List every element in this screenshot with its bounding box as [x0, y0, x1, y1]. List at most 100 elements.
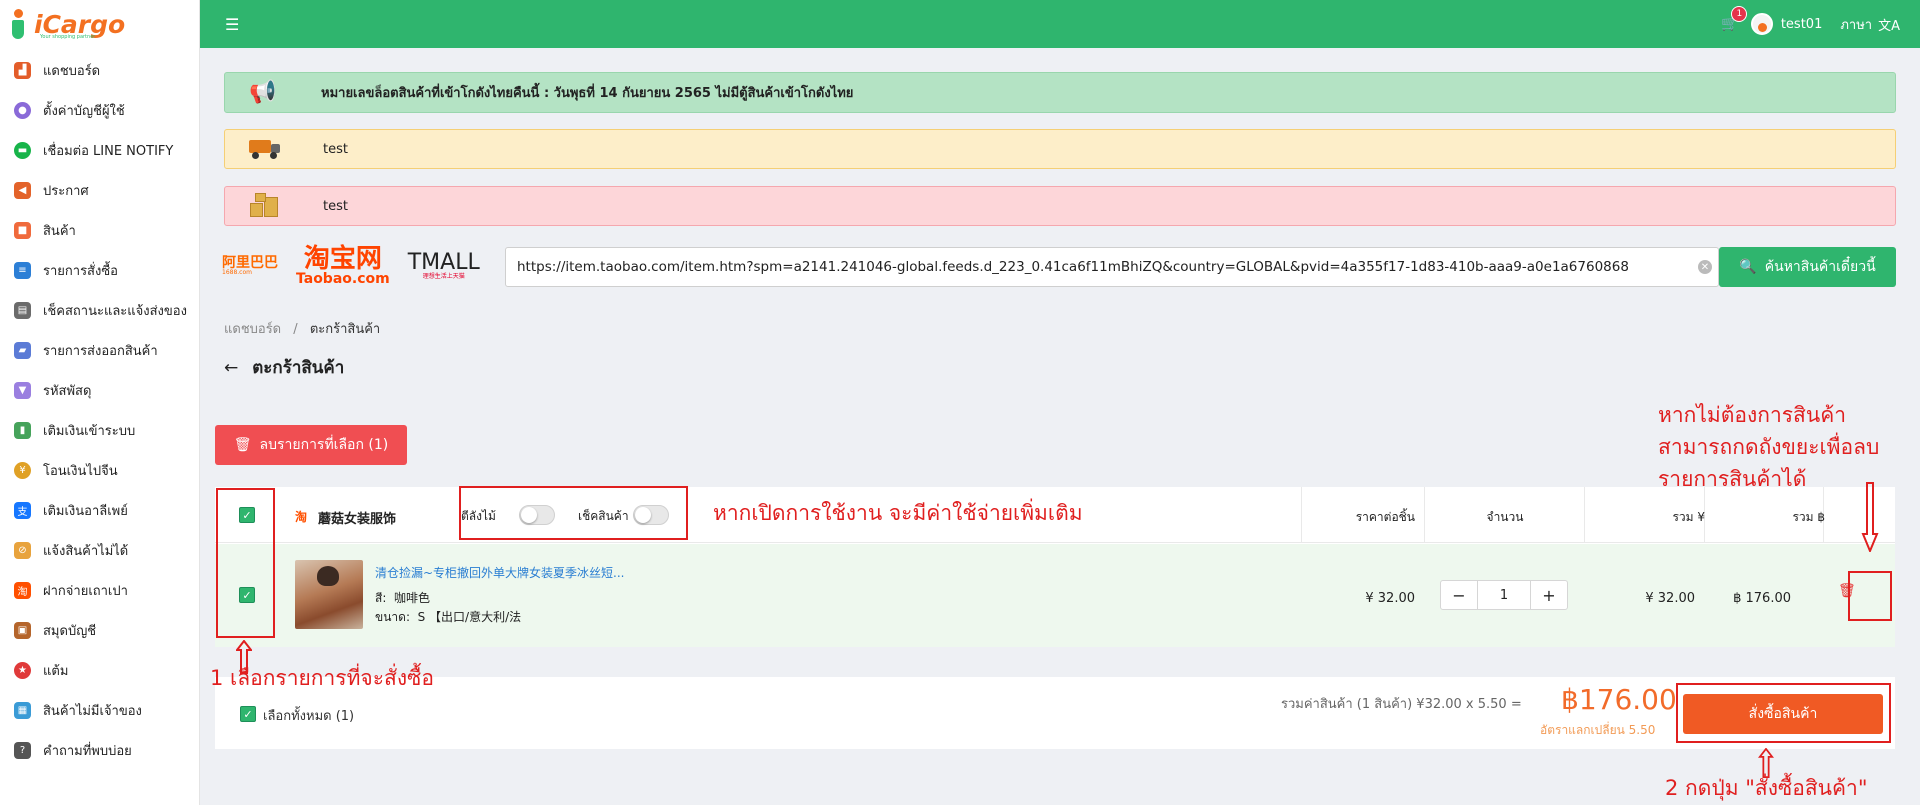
sidebar-item-alipay[interactable]: 支 เติมเงินอาลีเพย์ — [0, 490, 199, 530]
search-input[interactable]: https://item.taobao.com/item.htm?spm=a21… — [505, 247, 1719, 287]
col-total-yuan: รวม ¥ — [1672, 510, 1705, 524]
warn-icon: ⊘ — [14, 541, 31, 559]
breadcrumb-separator: / — [293, 322, 298, 337]
sidebar-item-ledger[interactable]: ▣ สมุดบัญชี — [0, 610, 199, 650]
taobao-shop-icon: 淘 — [295, 510, 308, 524]
page-title-text: ตะกร้าสินค้า — [252, 358, 345, 378]
sidebar-item-announcements[interactable]: ◀ ประกาศ — [0, 170, 199, 210]
color-label: สี: — [375, 591, 387, 605]
sidebar-item-transfer-china[interactable]: ¥ โอนเงินไปจีน — [0, 450, 199, 490]
sidebar-item-status[interactable]: ▤ เช็คสถานะและแจ้งส่งของ — [0, 290, 199, 330]
logo-taobao-sub: Taobao.com — [296, 271, 390, 287]
sidebar-item-line-notify[interactable]: ▬ เชื่อมต่อ LINE NOTIFY — [0, 130, 199, 170]
sidebar-item-products[interactable]: ■ สินค้า — [0, 210, 199, 250]
quantity-input[interactable]: 1 — [1477, 581, 1531, 609]
product-title-link[interactable]: 清仓捡漏~专柜撤回外单大牌女装夏季冰丝短... — [375, 564, 625, 581]
sidebar-item-tracking[interactable]: ▼ รหัสพัสดุ — [0, 370, 199, 410]
sidebar-item-label: ฝากจ่ายเถาเปา — [43, 583, 128, 599]
cart-item-row: ✓ 清仓捡漏~专柜撤回外单大牌女装夏季冰丝短... สี: 咖啡色 ขนาด: … — [215, 544, 1895, 647]
breadcrumb-current: ตะกร้าสินค้า — [309, 322, 381, 337]
sidebar-item-label: เติมเงินเข้าระบบ — [43, 423, 136, 439]
search-input-value: https://item.taobao.com/item.htm?spm=a21… — [517, 259, 1629, 275]
truck-icon: ▰ — [14, 341, 31, 359]
sidebar-item-faq[interactable]: ? คำถามที่พบบ่อย — [0, 730, 199, 770]
annotation-trash-note-2: สามารถกดถังขยะเพื่อลบ — [1658, 435, 1880, 459]
select-all-label[interactable]: เลือกทั้งหมด (1) — [263, 705, 354, 726]
logo-tmall-text: TMALL — [407, 250, 480, 275]
column-divider — [1424, 487, 1425, 543]
arrow-down-icon — [1861, 482, 1879, 552]
alipay-icon: 支 — [14, 501, 31, 519]
summary-label: รวมค่าสินค้า (1 สินค้า) ¥32.00 x 5.50 = — [1281, 697, 1522, 712]
logo-taobao-text: 淘宝网 — [303, 244, 382, 274]
topbar: ☰ 🛒 1 test01 ภาษา 文A — [200, 0, 1920, 48]
annotation-step1: 1 เลือกรายการที่จะสั่งซื้อ — [210, 666, 434, 690]
sidebar-item-topup[interactable]: ▮ เติมเงินเข้าระบบ — [0, 410, 199, 450]
logo-1688[interactable]: 阿里巴巴 1688.com — [222, 256, 278, 276]
sidebar-item-taobao-pay[interactable]: 淘 ฝากจ่ายเถาเปา — [0, 570, 199, 610]
sidebar-item-exports[interactable]: ▰ รายการส่งออกสินค้า — [0, 330, 199, 370]
product-thumbnail[interactable] — [295, 560, 363, 629]
unit-price: ¥ 32.00 — [1365, 591, 1415, 606]
grand-total: ฿176.00 — [1561, 683, 1677, 716]
sidebar-item-label: ประกาศ — [43, 183, 89, 199]
shop-name: 蘑菇女装服饰 — [318, 512, 397, 527]
language-label[interactable]: ภาษา — [1840, 14, 1872, 35]
clear-icon[interactable]: ✕ — [1698, 260, 1712, 274]
menu-toggle-icon[interactable]: ☰ — [225, 15, 239, 34]
brand-logo[interactable]: iCargo Your shopping partner — [0, 0, 199, 48]
sidebar-item-label: รายการสั่งซื้อ — [43, 263, 118, 279]
search-icon: 🔍 — [1739, 259, 1757, 275]
product-color: สี: 咖啡色 — [375, 589, 430, 608]
sidebar-item-account-settings[interactable]: ● ตั้งค่าบัญชีผู้ใช้ — [0, 90, 199, 130]
brand-name: iCargo — [34, 9, 126, 39]
notice-banner-red: test — [224, 186, 1896, 226]
logo-taobao[interactable]: 淘宝网 Taobao.com — [296, 246, 390, 286]
translate-icon[interactable]: 文A — [1878, 15, 1900, 34]
sidebar-item-unclaimed[interactable]: ▦ สินค้าไม่มีเจ้าของ — [0, 690, 199, 730]
sidebar-item-label: สมุดบัญชี — [43, 623, 97, 639]
sidebar: iCargo Your shopping partner ▟ แดชบอร์ด ●… — [0, 0, 200, 805]
column-divider — [1584, 487, 1585, 543]
sidebar-item-label: แต้ม — [43, 663, 69, 679]
sidebar-item-label: สินค้าไม่มีเจ้าของ — [43, 703, 142, 719]
col-total-baht: รวม ฿ — [1792, 510, 1825, 524]
back-arrow-icon[interactable]: ← — [224, 358, 238, 378]
col-unit-price: ราคาต่อชิ้น — [1355, 510, 1415, 524]
quantity-stepper: − 1 + — [1440, 580, 1568, 610]
color-value: 咖啡色 — [394, 591, 431, 605]
select-all-checkbox[interactable]: ✓ — [240, 706, 256, 722]
user-settings-icon: ● — [14, 101, 31, 119]
search-button[interactable]: 🔍 ค้นหาสินค้าเดี๋ยวนี้ — [1719, 247, 1896, 287]
cart-badge: 1 — [1731, 6, 1748, 22]
sidebar-item-label: เติมเงินอาลีเพย์ — [43, 503, 128, 519]
increment-button[interactable]: + — [1531, 581, 1567, 609]
sidebar-item-orders[interactable]: ≡ รายการสั่งซื้อ — [0, 250, 199, 290]
sidebar-item-points[interactable]: ★ แต้ม — [0, 650, 199, 690]
notice-text: test — [323, 198, 348, 214]
sidebar-item-label: รายการส่งออกสินค้า — [43, 343, 158, 359]
cart-icon[interactable]: 🛒 1 — [1721, 6, 1748, 32]
logo-tmall[interactable]: TMALL 理想生活上天猫 — [408, 252, 480, 280]
item-total-yuan: ¥ 32.00 — [1645, 591, 1695, 606]
megaphone-icon: ◀ — [14, 181, 31, 199]
username[interactable]: test01 — [1781, 17, 1823, 32]
delete-selected-button[interactable]: 🗑 ลบรายการที่เลือก (1) — [215, 425, 407, 465]
sidebar-item-label: แดชบอร์ด — [43, 63, 101, 79]
avatar[interactable] — [1750, 13, 1773, 35]
points-icon: ★ — [14, 661, 31, 679]
sidebar-item-label: โอนเงินไปจีน — [43, 463, 118, 479]
sidebar-item-dashboard[interactable]: ▟ แดชบอร์ด — [0, 50, 199, 90]
annotation-box-trash — [1848, 571, 1892, 621]
sidebar-item-report-missing[interactable]: ⊘ แจ้งสินค้าไม่ได้ — [0, 530, 199, 570]
breadcrumb-home[interactable]: แดชบอร์ด — [224, 322, 281, 337]
annotation-box-checkboxes — [216, 488, 275, 638]
search-button-label: ค้นหาสินค้าเดี๋ยวนี้ — [1764, 259, 1876, 275]
sidebar-item-label: คำถามที่พบบ่อย — [43, 743, 132, 759]
sidebar-item-label: เช็คสถานะและแจ้งส่งของ — [43, 303, 187, 319]
decrement-button[interactable]: − — [1441, 581, 1477, 609]
status-icon: ▤ — [14, 301, 31, 319]
annotation-box-order — [1676, 683, 1891, 743]
line-icon: ▬ — [14, 141, 31, 159]
logo-icon — [10, 9, 28, 39]
